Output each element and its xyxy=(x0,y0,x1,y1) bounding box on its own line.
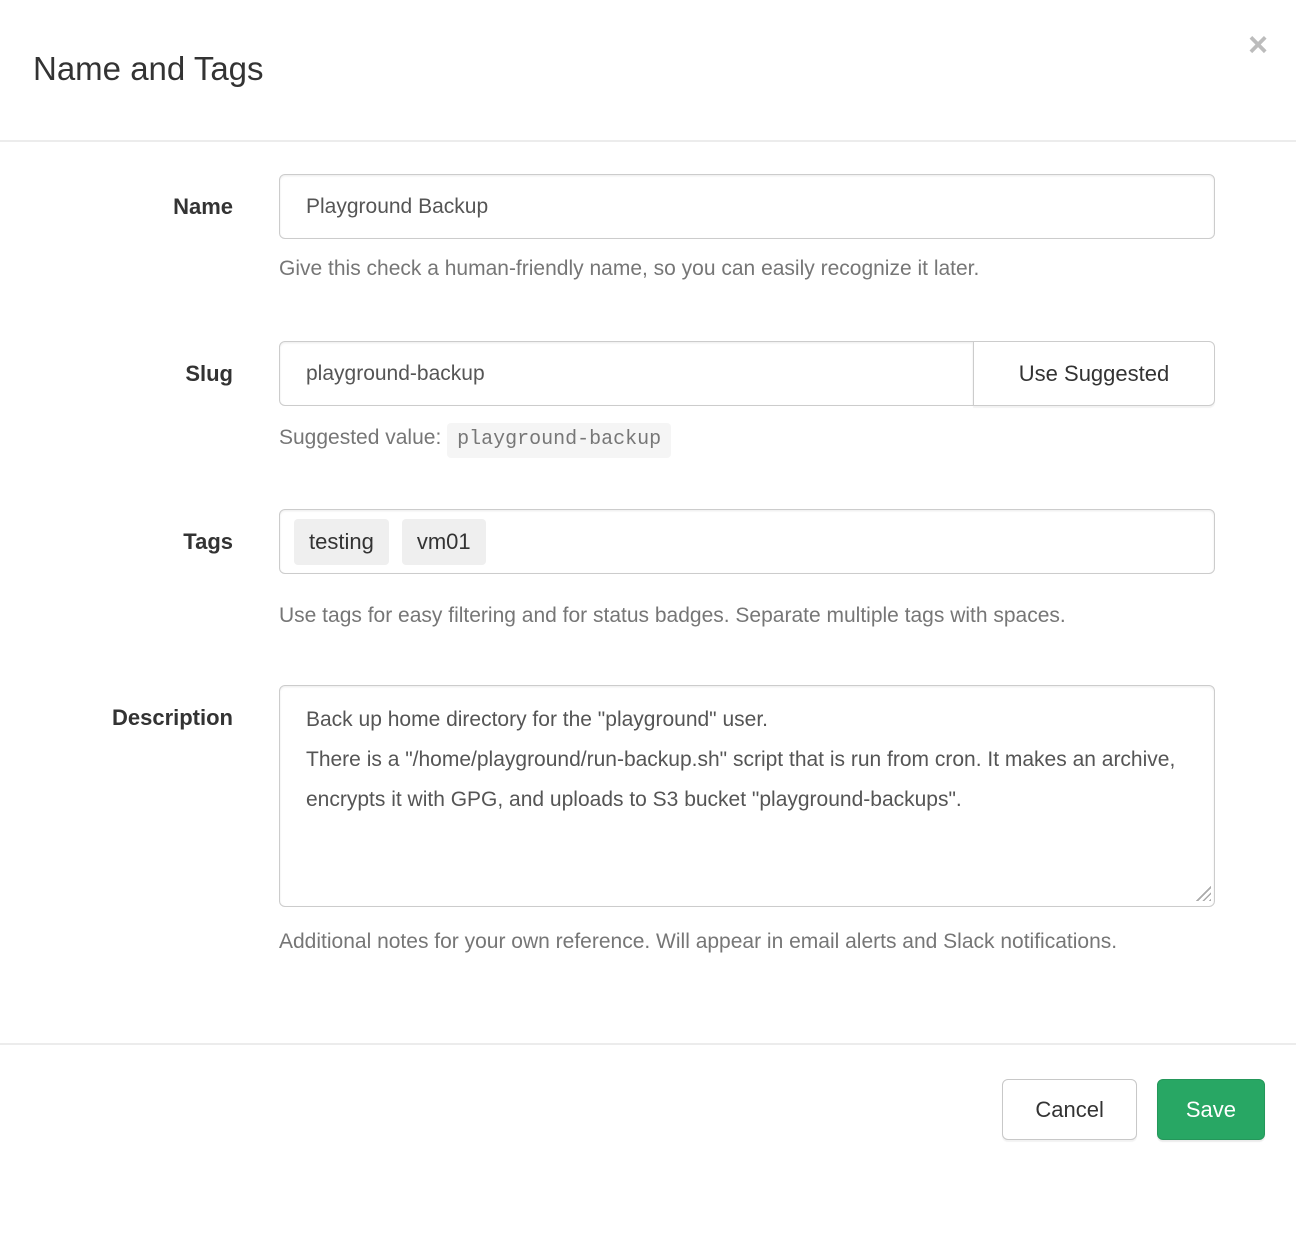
tags-input[interactable]: testing vm01 xyxy=(279,509,1215,574)
slug-field-row: Slug Use Suggested Suggested value: play… xyxy=(0,341,1296,458)
description-help-text: Additional notes for your own reference.… xyxy=(279,922,1215,962)
dialog-title: Name and Tags xyxy=(33,50,1263,88)
slug-input-group: Use Suggested xyxy=(279,341,1215,406)
name-field-row: Name Give this check a human-friendly na… xyxy=(0,174,1296,289)
dialog-header: Name and Tags × xyxy=(0,0,1296,142)
description-textarea[interactable]: Back up home directory for the "playgrou… xyxy=(279,685,1215,907)
description-field-row: Description Back up home directory for t… xyxy=(0,685,1296,962)
slug-label: Slug xyxy=(0,341,233,458)
use-suggested-button[interactable]: Use Suggested xyxy=(973,341,1215,406)
cancel-button[interactable]: Cancel xyxy=(1002,1079,1136,1140)
description-input-col: Back up home directory for the "playgrou… xyxy=(279,685,1215,962)
suggested-value-prefix: Suggested value: xyxy=(279,426,441,449)
suggested-value-code: playground-backup xyxy=(447,423,671,458)
tags-input-col: testing vm01 Use tags for easy filtering… xyxy=(279,509,1215,636)
description-label: Description xyxy=(0,685,233,962)
save-button[interactable]: Save xyxy=(1157,1079,1265,1140)
tags-help-text: Use tags for easy filtering and for stat… xyxy=(279,596,1189,636)
name-input[interactable] xyxy=(279,174,1215,239)
dialog-body: Name Give this check a human-friendly na… xyxy=(0,142,1296,962)
tags-field-row: Tags testing vm01 Use tags for easy filt… xyxy=(0,509,1296,636)
slug-input-col: Use Suggested Suggested value: playgroun… xyxy=(279,341,1215,458)
slug-input[interactable] xyxy=(279,341,974,406)
close-icon[interactable]: × xyxy=(1248,28,1268,62)
name-input-col: Give this check a human-friendly name, s… xyxy=(279,174,1215,289)
tag-chip[interactable]: vm01 xyxy=(402,519,486,565)
name-and-tags-dialog: Name and Tags × Name Give this check a h… xyxy=(0,0,1296,1254)
tags-label: Tags xyxy=(0,509,233,636)
slug-help-text: Suggested value: playground-backup xyxy=(279,418,1215,458)
dialog-footer: Cancel Save xyxy=(0,1043,1296,1140)
tag-chip[interactable]: testing xyxy=(294,519,389,565)
name-help-text: Give this check a human-friendly name, s… xyxy=(279,249,1215,289)
name-label: Name xyxy=(0,174,233,289)
